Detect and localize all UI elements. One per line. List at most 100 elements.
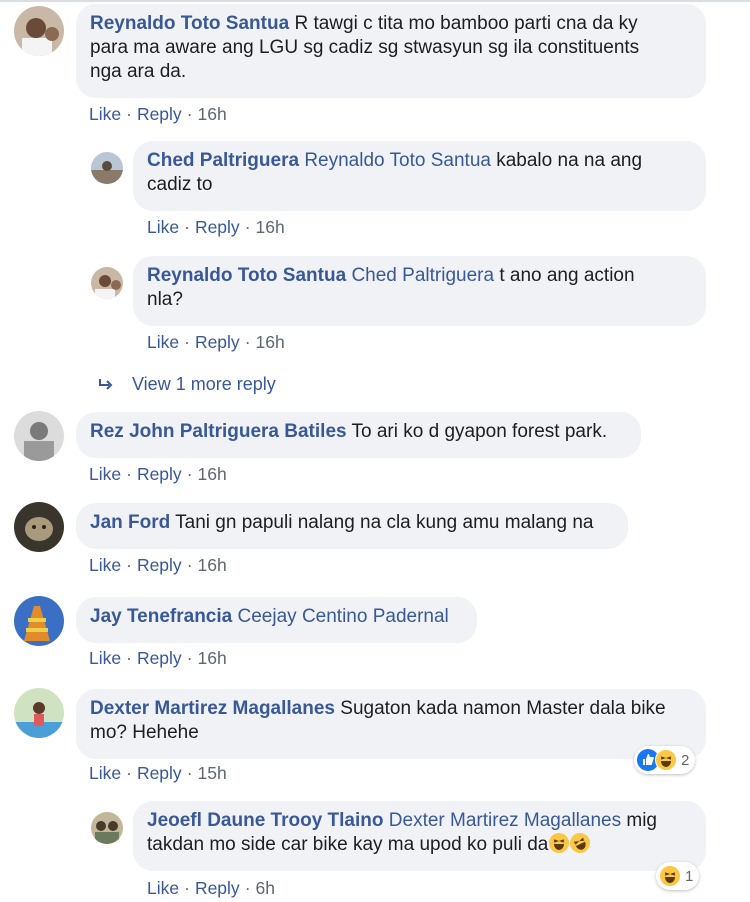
timestamp[interactable]: 16h [198,555,227,575]
avatar[interactable] [14,502,64,552]
laughing-emoji-icon [549,833,570,853]
comment-text: To ari ko d gyapon forest park. [351,421,608,442]
comment-bubble: Jan Ford Tani gn papuli nalang na cla ku… [76,503,628,549]
view-more-label[interactable]: View 1 more reply [132,374,276,395]
like-link[interactable]: Like [147,217,179,237]
avatar[interactable] [91,812,123,844]
timestamp[interactable]: 16h [198,104,227,124]
view-more-replies-link[interactable]: View 1 more reply [98,374,276,395]
comment-text: nla? [147,289,183,310]
comment-actions: Like · Reply · 16h [89,464,227,485]
mention-link[interactable]: Dexter Martirez Magallanes [389,810,621,831]
like-link[interactable]: Like [89,763,121,783]
like-link[interactable]: Like [89,464,121,484]
like-link[interactable]: Like [89,104,121,124]
comment-text: mig [626,810,657,831]
reply-link[interactable]: Reply [137,648,182,668]
reply-link[interactable]: Reply [137,464,182,484]
like-link[interactable]: Like [147,878,179,898]
reply-link[interactable]: Reply [137,104,182,124]
comment-text: R tawgi c tita mo bamboo parti cna da ky [294,13,638,34]
separator: · [184,217,190,237]
mention-link[interactable]: Ched Paltriguera [351,265,494,286]
separator: · [186,464,193,484]
separator: · [126,104,132,124]
haha-reaction-icon [655,749,677,771]
comment-bubble: Reynaldo Toto Santua R tawgi c tita mo b… [76,4,706,98]
comment-text: cadiz to [147,174,213,195]
reaction-summary[interactable]: 1 [656,862,700,890]
comment-text: para ma aware ang LGU sg cadiz sg stwasy… [90,37,640,58]
comment-author[interactable]: Dexter Martirez Magallanes [90,698,335,719]
comment-author[interactable]: Rez John Paltriguera Batiles [90,421,347,442]
separator: · [244,217,251,237]
comment-author[interactable]: Jan Ford [90,512,170,533]
like-link[interactable]: Like [89,648,121,668]
separator: · [184,878,190,898]
avatar[interactable] [91,267,123,299]
avatar[interactable] [14,688,64,738]
comment-text: nga ara da. [90,61,187,82]
separator: · [186,648,193,668]
reply-link[interactable]: Reply [195,217,240,237]
separator: · [126,464,132,484]
separator: · [244,332,251,352]
comment-bubble: Ched Paltriguera Reynaldo Toto Santua ka… [133,141,706,211]
comment-text: Sugaton kada namon Master dala bike [340,698,666,719]
comment-actions: Like · Reply · 16h [147,217,285,238]
comment-actions: Like · Reply · 16h [89,648,227,669]
comment-actions: Like · Reply · 6h [147,878,275,899]
like-link[interactable]: Like [147,332,179,352]
comment-text: mo? Hehehe [90,722,199,743]
comment-author[interactable]: Jay Tenefrancia [90,606,232,627]
separator: · [126,763,132,783]
comment-actions: Like · Reply · 16h [89,555,227,576]
avatar[interactable] [14,6,64,56]
mention-link[interactable]: Reynaldo Toto Santua [304,150,491,171]
reply-link[interactable]: Reply [195,332,240,352]
separator: · [184,332,190,352]
separator: · [186,555,193,575]
comment-text: takdan mo side car bike kay ma upod ko p… [147,834,549,855]
reply-link[interactable]: Reply [195,878,240,898]
avatar[interactable] [91,152,123,184]
reaction-summary[interactable]: 2 [634,746,696,774]
timestamp[interactable]: 15h [198,763,227,783]
comment-text: Tani gn papuli nalang na cla kung amu ma… [175,512,594,533]
reply-link[interactable]: Reply [137,763,182,783]
comment-author[interactable]: Reynaldo Toto Santua [90,13,289,34]
reaction-count: 2 [681,751,690,769]
comment-bubble: Rez John Paltriguera Batiles To ari ko d… [76,412,641,458]
comment-text: kabalo na na ang [496,150,643,171]
timestamp[interactable]: 16h [256,217,285,237]
top-divider [0,0,750,2]
separator: · [244,878,251,898]
mention-link[interactable]: Ceejay Centino Padernal [238,606,449,627]
timestamp[interactable]: 16h [256,332,285,352]
reply-link[interactable]: Reply [137,555,182,575]
reaction-count: 1 [685,867,694,885]
comment-bubble: Reynaldo Toto Santua Ched Paltriguera t … [133,256,706,326]
comment-bubble: Dexter Martirez Magallanes Sugaton kada … [76,689,706,759]
comment-author[interactable]: Ched Paltriguera [147,150,299,171]
reply-arrow-icon [99,378,113,390]
comment-text: t ano ang action [499,265,635,286]
haha-reaction-icon [659,865,681,887]
comment-actions: Like · Reply · 16h [89,104,227,125]
timestamp[interactable]: 16h [198,648,227,668]
separator: · [186,763,193,783]
timestamp[interactable]: 16h [198,464,227,484]
comment-author[interactable]: Jeoefl Daune Trooy Tlaino [147,810,384,831]
separator: · [126,555,132,575]
comment-bubble: Jay Tenefrancia Ceejay Centino Padernal [76,597,477,643]
separator: · [126,648,132,668]
rofl-emoji-icon [567,829,594,857]
comment-author[interactable]: Reynaldo Toto Santua [147,265,346,286]
avatar[interactable] [14,596,64,646]
comment-actions: Like · Reply · 15h [89,763,227,784]
avatar[interactable] [14,411,64,461]
like-link[interactable]: Like [89,555,121,575]
timestamp[interactable]: 6h [256,878,275,898]
comment-actions: Like · Reply · 16h [147,332,285,353]
separator: · [186,104,193,124]
